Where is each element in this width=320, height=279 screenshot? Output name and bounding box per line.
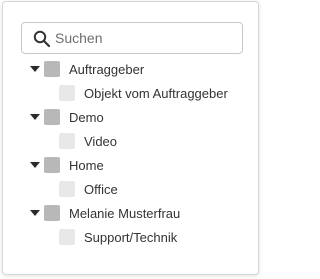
group-checkbox[interactable]: [44, 61, 60, 77]
group-label[interactable]: Demo: [69, 110, 104, 125]
group-checkbox[interactable]: [44, 157, 60, 173]
caret-down-icon[interactable]: [27, 107, 43, 127]
tree-item-video[interactable]: Video: [59, 131, 117, 151]
filter-dropdown-panel: Auftraggeber Objekt vom Auftraggeber Dem…: [2, 1, 259, 275]
group-checkbox[interactable]: [44, 109, 60, 125]
group-label[interactable]: Home: [69, 158, 104, 173]
search-icon: [33, 30, 51, 48]
caret-down-icon[interactable]: [27, 203, 43, 223]
tree-group-demo[interactable]: Demo: [27, 107, 104, 127]
tree-group-auftraggeber[interactable]: Auftraggeber: [27, 59, 144, 79]
tree-item-objekt-vom-auftraggeber[interactable]: Objekt vom Auftraggeber: [59, 83, 228, 103]
item-label[interactable]: Support/Technik: [84, 230, 177, 245]
caret-down-icon[interactable]: [27, 155, 43, 175]
group-label[interactable]: Melanie Musterfrau: [69, 206, 180, 221]
item-checkbox[interactable]: [59, 133, 75, 149]
item-checkbox[interactable]: [59, 229, 75, 245]
search-input[interactable]: [55, 28, 235, 48]
group-checkbox[interactable]: [44, 205, 60, 221]
tree-group-melanie-musterfrau[interactable]: Melanie Musterfrau: [27, 203, 180, 223]
item-label[interactable]: Objekt vom Auftraggeber: [84, 86, 228, 101]
item-label[interactable]: Video: [84, 134, 117, 149]
item-label[interactable]: Office: [84, 182, 118, 197]
group-label[interactable]: Auftraggeber: [69, 62, 144, 77]
item-checkbox[interactable]: [59, 85, 75, 101]
item-checkbox[interactable]: [59, 181, 75, 197]
tree-item-support-technik[interactable]: Support/Technik: [59, 227, 177, 247]
tree-group-home[interactable]: Home: [27, 155, 104, 175]
search-box[interactable]: [21, 22, 243, 54]
caret-down-icon[interactable]: [27, 59, 43, 79]
tree-item-office[interactable]: Office: [59, 179, 118, 199]
